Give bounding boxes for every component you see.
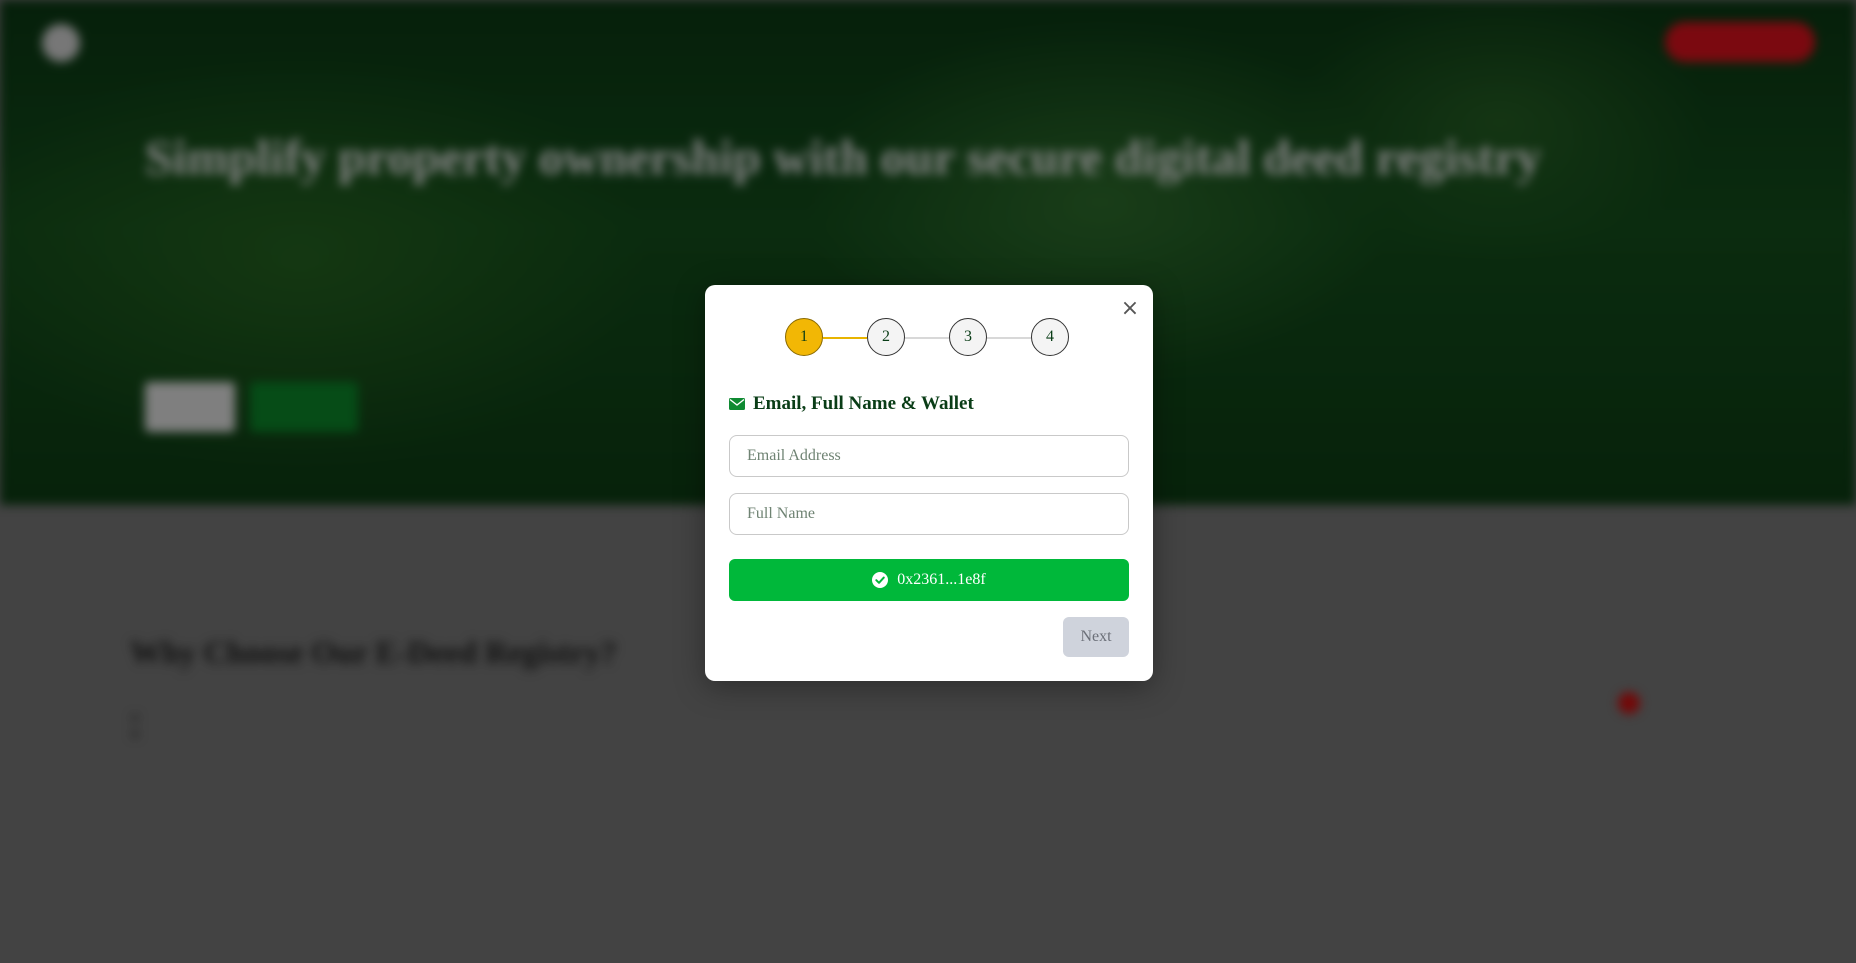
next-button[interactable]: Next bbox=[1063, 617, 1129, 657]
section-header: Email, Full Name & Wallet bbox=[729, 392, 974, 416]
registration-modal: × 1 2 3 4 Email, Full Name & Wallet 0x23… bbox=[705, 285, 1153, 681]
step-connector-3 bbox=[987, 337, 1031, 339]
step-4: 4 bbox=[1031, 318, 1069, 356]
step-2: 2 bbox=[867, 318, 905, 356]
step-connector-1 bbox=[823, 337, 867, 339]
step-3: 3 bbox=[949, 318, 987, 356]
full-name-field[interactable] bbox=[729, 493, 1129, 535]
modal-section-title: Email, Full Name & Wallet bbox=[753, 393, 974, 414]
check-circle-icon bbox=[872, 572, 889, 588]
wallet-connected-button[interactable]: 0x2361...1e8f bbox=[729, 559, 1129, 601]
step-indicator: 1 2 3 4 bbox=[785, 318, 1075, 358]
close-icon[interactable]: × bbox=[1118, 297, 1142, 321]
step-1: 1 bbox=[785, 318, 823, 356]
email-field[interactable] bbox=[729, 435, 1129, 477]
wallet-address: 0x2361...1e8f bbox=[897, 571, 986, 588]
envelope-icon bbox=[729, 398, 745, 410]
step-connector-2 bbox=[905, 337, 949, 339]
